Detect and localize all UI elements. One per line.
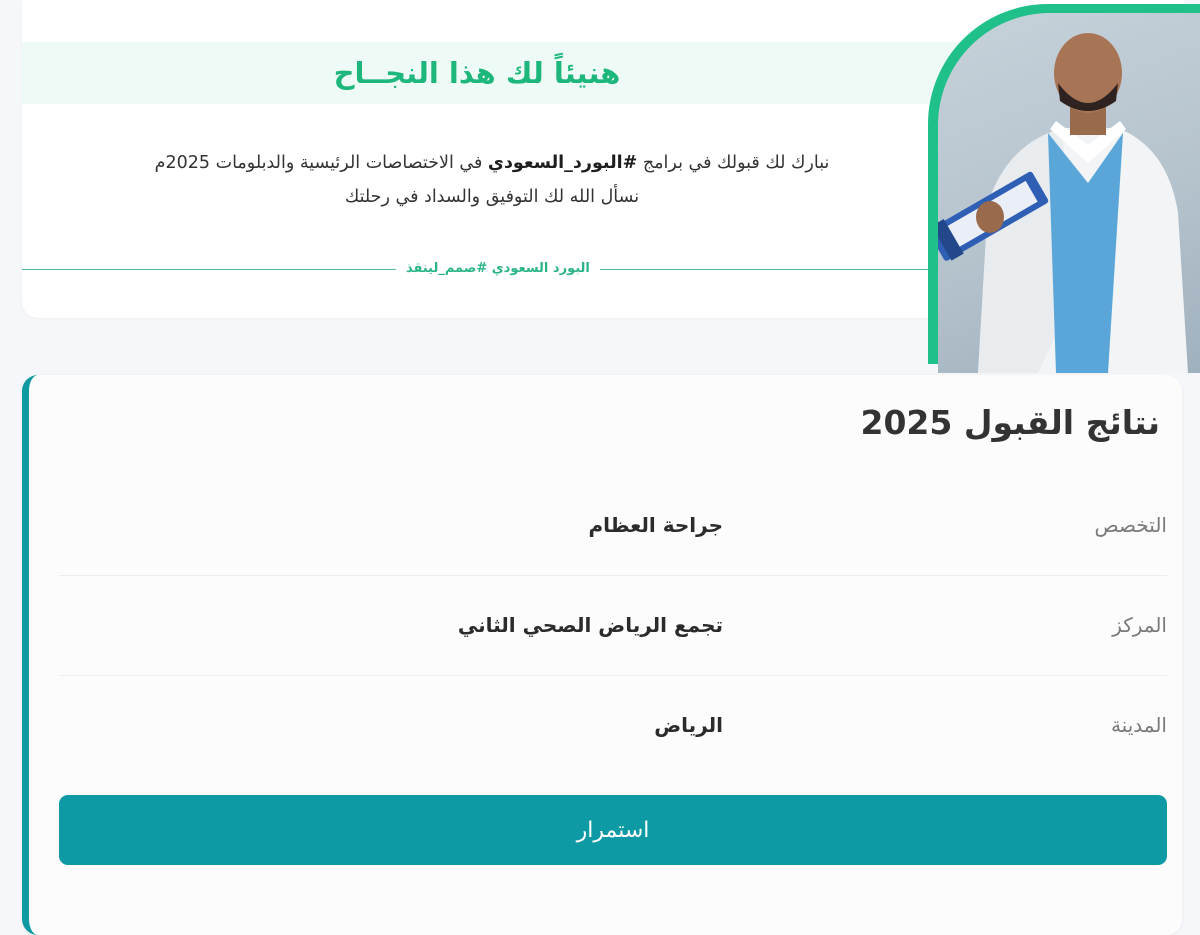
center-label: المركز [1112,613,1167,637]
city-label: المدينة [1110,713,1167,737]
city-value: الرياض [654,713,723,737]
center-value: تجمع الرياض الصحي الثاني [457,613,723,637]
doctor-illustration [938,33,1188,373]
banner-heading: هنيئاً لك هذا النجــاح [333,56,621,90]
banner-signature: البورد السعودي #صمم_لينقذ [396,258,600,280]
banner-message: نبارك لك قبولك في برامج #البورد_السعودي … [92,146,892,214]
doctor-portrait [938,13,1200,373]
board-hashtag: #البورد_السعودي [487,153,638,173]
specialty-label: التخصص [1094,513,1167,537]
continue-button[interactable]: استمرار [59,795,1167,865]
admission-result-card: نتائج القبول 2025 التخصص جراحة العظام ال… [22,375,1182,935]
result-row-city: المدينة الرياض [59,675,1167,775]
result-row-center: المركز تجمع الرياض الصحي الثاني [59,575,1167,676]
result-row-specialty: التخصص جراحة العظام [59,475,1167,576]
banner-message-line2: نسأل الله لك التوفيق والسداد في رحلتك [344,187,640,207]
banner-message-line1: نبارك لك قبولك في برامج #البورد_السعودي … [154,153,830,173]
specialty-value: جراحة العظام [588,513,723,537]
result-title: نتائج القبول 2025 [860,403,1160,442]
